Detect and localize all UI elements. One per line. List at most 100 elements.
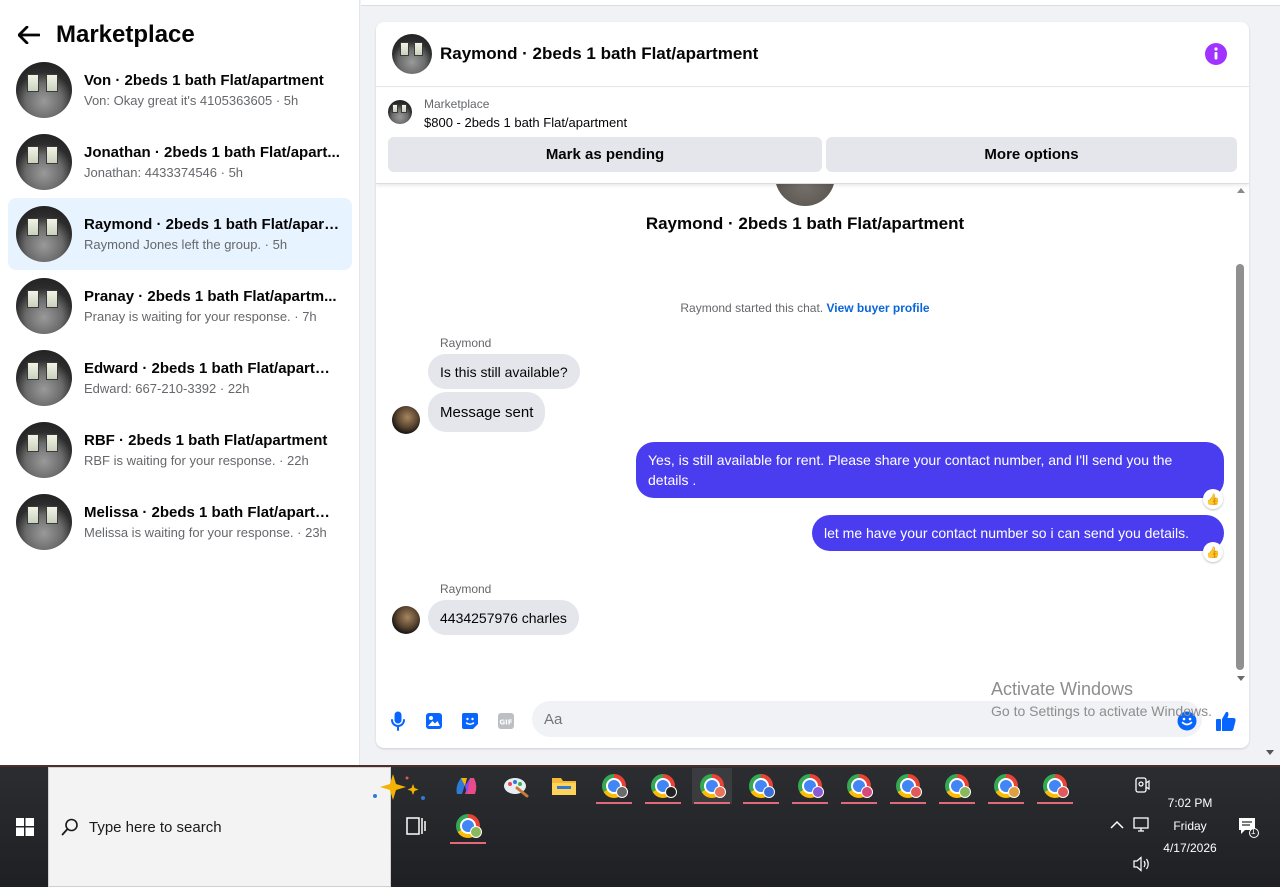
chat-avatar[interactable]: [392, 34, 432, 74]
chat-started-notice: Raymond started this chat. View buyer pr…: [376, 301, 1234, 315]
chat-header: Raymond · 2beds 1 bath Flat/apartment: [376, 22, 1249, 87]
chrome-window-icon-2[interactable]: [643, 768, 683, 804]
chat-panel: Raymond · 2beds 1 bath Flat/apartment Ma…: [376, 22, 1249, 748]
page-scroll-down-arrow-icon[interactable]: [1266, 750, 1274, 755]
conversation-title: Raymond · 2beds 1 bath Flat/apart...: [84, 215, 340, 233]
sender-avatar[interactable]: [392, 406, 420, 434]
conversation-preview: Melissa is waiting for your response. · …: [84, 524, 327, 540]
marketplace-listing-bar: Marketplace $800 - 2beds 1 bath Flat/apa…: [376, 88, 1249, 184]
back-arrow-icon[interactable]: [18, 22, 44, 48]
listing-thumbnail: [16, 134, 72, 190]
scroll-down-arrow-icon[interactable]: [1237, 676, 1245, 681]
notifications-icon[interactable]: 1: [1237, 816, 1259, 841]
search-placeholder: Type here to search: [89, 819, 222, 836]
outgoing-message[interactable]: let me have your contact number so i can…: [812, 515, 1224, 551]
message-thread: Raymond · 2beds 1 bath Flat/apartment Ra…: [376, 184, 1249, 694]
thumbs-up-reaction-icon[interactable]: 👍: [1203, 489, 1223, 509]
gif-icon[interactable]: GIF: [495, 710, 517, 732]
chrome-window-icon-9[interactable]: [986, 768, 1026, 804]
marketplace-label: Marketplace: [424, 97, 490, 111]
conversation-item-jonathan[interactable]: Jonathan · 2beds 1 bath Flat/apart... Jo…: [8, 126, 352, 198]
conversation-preview: Jonathan: 4433374546 · 5h: [84, 164, 244, 180]
task-view-icon[interactable]: [396, 808, 436, 844]
outgoing-message[interactable]: Yes, is still available for rent. Please…: [636, 442, 1224, 498]
conversation-list: Von · 2beds 1 bath Flat/apartment Von: O…: [8, 54, 352, 558]
chrome-window-icon-4[interactable]: [741, 768, 781, 804]
conversation-title: Pranay · 2beds 1 bath Flat/apartm...: [84, 287, 337, 305]
notification-count: 1: [1251, 827, 1256, 836]
clock-time[interactable]: 7:02 PM: [1160, 796, 1220, 810]
message-input[interactable]: [532, 701, 1202, 737]
incoming-message[interactable]: Message sent: [428, 392, 546, 432]
conversation-title: Melissa · 2beds 1 bath Flat/apartm...: [84, 503, 340, 521]
paint-app-icon[interactable]: [496, 768, 536, 804]
conversation-title: Von · 2beds 1 bath Flat/apartment: [84, 71, 324, 89]
photo-icon[interactable]: [423, 710, 445, 732]
sticker-icon[interactable]: [459, 710, 481, 732]
chrome-profile-taskbar-icon[interactable]: [448, 808, 488, 844]
conversation-item-von[interactable]: Von · 2beds 1 bath Flat/apartment Von: O…: [8, 54, 352, 126]
thumbs-up-reaction-icon[interactable]: 👍: [1203, 542, 1223, 562]
chat-started-text: Raymond started this chat.: [680, 301, 824, 315]
network-icon[interactable]: [1133, 817, 1151, 836]
emoji-icon[interactable]: [1176, 710, 1198, 732]
incoming-message[interactable]: 4434257976 charles: [428, 600, 579, 635]
view-buyer-profile-link[interactable]: View buyer profile: [826, 301, 929, 315]
incoming-message[interactable]: Is this still available?: [428, 354, 580, 389]
clock-day[interactable]: Friday: [1160, 819, 1220, 833]
listing-thumbnail: [16, 62, 72, 118]
conversation-item-raymond[interactable]: Raymond · 2beds 1 bath Flat/apart... Ray…: [8, 198, 352, 270]
chrome-window-icon-6[interactable]: [839, 768, 879, 804]
listing-thumbnail: [16, 278, 72, 334]
scrollbar-thumb[interactable]: [1236, 264, 1244, 670]
meet-now-icon[interactable]: [1134, 777, 1150, 796]
chrome-window-icon-5[interactable]: [790, 768, 830, 804]
listing-thumbnail: [16, 350, 72, 406]
conversation-item-pranay[interactable]: Pranay · 2beds 1 bath Flat/apartm... Pra…: [8, 270, 352, 342]
listing-thumbnail[interactable]: [388, 100, 412, 124]
conversation-title: Edward · 2beds 1 bath Flat/apartm...: [84, 359, 340, 377]
listing-thumbnail: [16, 422, 72, 478]
scroll-up-arrow-icon[interactable]: [1237, 188, 1245, 193]
clock-date[interactable]: 4/17/2026: [1160, 841, 1220, 855]
conversation-title: RBF · 2beds 1 bath Flat/apartment: [84, 431, 328, 449]
copilot-app-icon[interactable]: [446, 768, 486, 804]
windows-start-icon[interactable]: [16, 818, 34, 841]
conversation-preview: Pranay is waiting for your response. · 7…: [84, 308, 317, 324]
mark-as-pending-button[interactable]: Mark as pending: [388, 137, 822, 172]
more-options-button[interactable]: More options: [826, 137, 1237, 172]
sender-name: Raymond: [440, 336, 492, 350]
file-explorer-icon[interactable]: [544, 768, 584, 804]
search-icon: [61, 818, 79, 841]
copilot-sparkle-icon: [367, 774, 431, 807]
info-icon[interactable]: [1205, 43, 1227, 65]
listing-thumbnail: [16, 206, 72, 262]
chrome-window-icon-10[interactable]: [1035, 768, 1075, 804]
conversation-preview: Von: Okay great it's 4105363605 · 5h: [84, 92, 299, 108]
conversation-preview: Edward: 667-210-3392 · 22h: [84, 380, 250, 396]
conversation-title: Jonathan · 2beds 1 bath Flat/apart...: [84, 143, 340, 161]
chat-title[interactable]: Raymond · 2beds 1 bath Flat/apartment: [440, 44, 758, 64]
microphone-icon[interactable]: [387, 710, 409, 732]
sidebar-header: Marketplace: [18, 18, 195, 52]
conversation-sidebar: Marketplace Von · 2beds 1 bath Flat/apar…: [0, 0, 360, 765]
chrome-window-icon-3[interactable]: [692, 768, 732, 804]
chrome-window-icon-8[interactable]: [937, 768, 977, 804]
conversation-item-edward[interactable]: Edward · 2beds 1 bath Flat/apartm... Edw…: [8, 342, 352, 414]
conversation-preview: Raymond Jones left the group. · 5h: [84, 236, 288, 252]
thread-scrollbar[interactable]: [1234, 184, 1248, 694]
chrome-window-icon-1[interactable]: [594, 768, 634, 804]
taskbar-search-box[interactable]: Type here to search: [48, 767, 425, 887]
sender-name: Raymond: [440, 582, 492, 596]
show-hidden-icons-chevron-icon[interactable]: [1110, 819, 1124, 833]
conversation-item-rbf[interactable]: RBF · 2beds 1 bath Flat/apartment RBF is…: [8, 414, 352, 486]
conversation-preview: RBF is waiting for your response. · 22h: [84, 452, 309, 468]
message-composer: GIF: [376, 698, 1249, 744]
sender-avatar[interactable]: [392, 606, 420, 634]
like-thumb-icon[interactable]: [1215, 710, 1237, 732]
conversation-item-melissa[interactable]: Melissa · 2beds 1 bath Flat/apartm... Me…: [8, 486, 352, 558]
listing-price-title[interactable]: $800 - 2beds 1 bath Flat/apartment: [424, 115, 627, 130]
svg-text:GIF: GIF: [499, 718, 512, 726]
volume-icon[interactable]: [1133, 856, 1151, 875]
chrome-window-icon-7[interactable]: [888, 768, 928, 804]
